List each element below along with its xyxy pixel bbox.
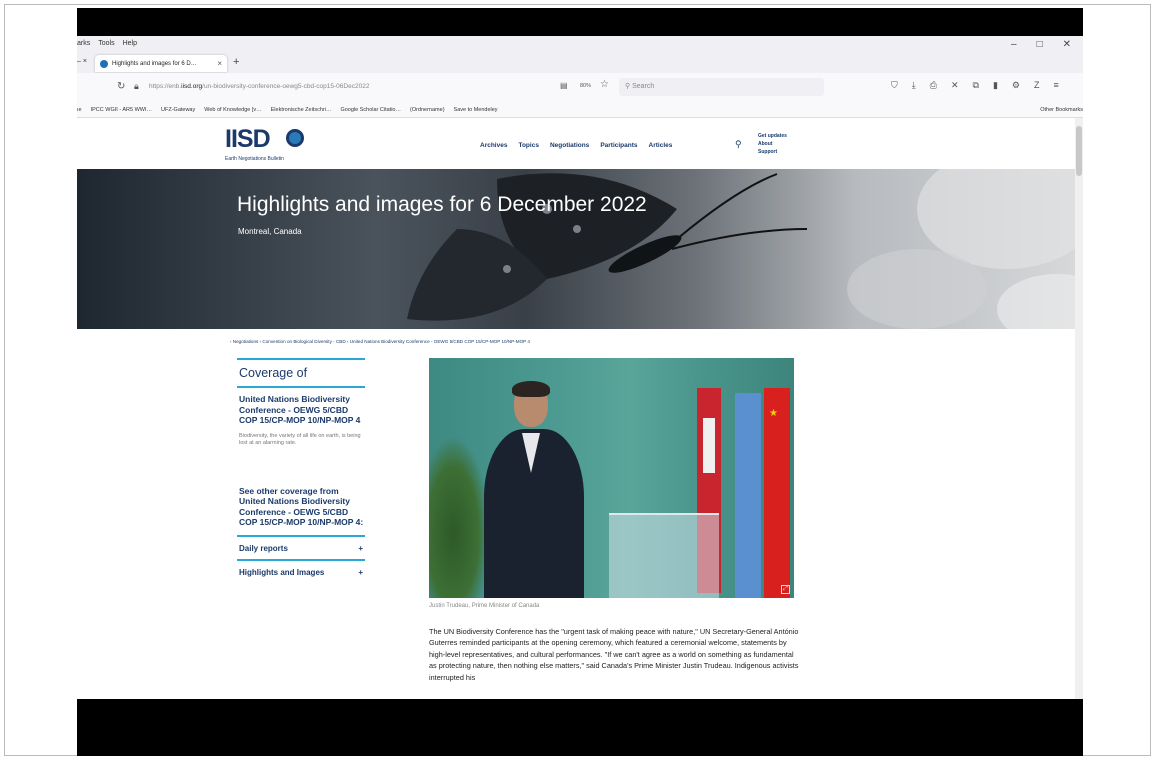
search-placeholder: Search [632, 83, 655, 90]
nav-topics[interactable]: Topics [518, 142, 538, 149]
menu-bar: arks Tools Help – □ ✕ [77, 36, 1083, 53]
minimize-button[interactable]: – [1011, 39, 1017, 50]
extension-copy-icon[interactable]: ⧉ [973, 80, 979, 91]
breadcrumb[interactable]: ‹ Negotiations ‹ Convention on Biologica… [230, 339, 530, 344]
extension-x-icon[interactable]: ✕ [951, 80, 959, 91]
bookmark-item[interactable]: UFZ-Gateway [161, 107, 195, 113]
extension-gear-icon[interactable]: ⚙ [1012, 80, 1020, 91]
search-box[interactable]: ⚲ Search [619, 78, 824, 96]
bookmark-item[interactable]: Google Scholar Citatio… [340, 107, 401, 113]
web-page: IISD Earth Negotiations Bulletin Archive… [77, 118, 1075, 699]
plus-icon: + [358, 543, 363, 553]
letterbox-top [77, 8, 1083, 36]
nav-negotiations[interactable]: Negotiations [550, 142, 589, 149]
menu-items: arks Tools Help [77, 40, 137, 47]
reader-view-icon[interactable]: ▤ [560, 81, 568, 90]
tab-previous[interactable]: – × [77, 55, 95, 71]
window-controls: – □ ✕ [1011, 39, 1071, 50]
menu-item-tools[interactable]: Tools [98, 40, 114, 47]
page-title: Highlights and images for 6 December 202… [237, 193, 647, 216]
site-header: IISD Earth Negotiations Bulletin Archive… [77, 118, 1075, 169]
maximize-button[interactable]: □ [1037, 39, 1043, 50]
flag-un [735, 393, 761, 598]
flag-star-icon: ★ [769, 408, 778, 419]
nav-articles[interactable]: Articles [649, 142, 673, 149]
other-bookmarks-folder[interactable]: Other Bookmarks [1040, 107, 1083, 113]
daily-reports-toggle[interactable]: Daily reports + [237, 537, 365, 561]
zoom-level[interactable]: 80% [580, 83, 591, 89]
reload-icon[interactable]: ↻ [117, 81, 125, 92]
browser-window: arks Tools Help – □ ✕ – × Highlights and… [77, 36, 1083, 699]
tab-title: Highlights and images for 6 D… [112, 60, 197, 67]
sidebar-heading: Coverage of [239, 366, 308, 380]
hamburger-menu-icon[interactable]: ≡ [1053, 80, 1058, 91]
lock-icon[interactable]: 🔒︎ [134, 81, 139, 92]
support-link[interactable]: Support [758, 148, 787, 156]
hero-banner: Highlights and images for 6 December 202… [77, 169, 1075, 329]
about-link[interactable]: About [758, 140, 787, 148]
zotero-icon[interactable]: Z [1034, 80, 1040, 91]
nav-archives[interactable]: Archives [480, 142, 507, 149]
bookmark-item[interactable]: Elektronische Zeitschri… [271, 107, 332, 113]
url-domain: iisd.org [181, 83, 203, 90]
conference-link[interactable]: United Nations Biodiversity Conference -… [237, 394, 365, 426]
bookmark-item[interactable]: ıe [77, 107, 82, 113]
extension-toolbar: ⛉ ⤓ ⎙ ✕ ⧉ ▮ ⚙ Z ≡ [891, 80, 1059, 91]
tab-bar: – × Highlights and images for 6 D… × + [77, 53, 1083, 73]
lectern [609, 513, 719, 598]
logo-subtitle: Earth Negotiations Bulletin [225, 156, 284, 162]
search-icon: ⚲ [625, 83, 631, 90]
site-search-icon[interactable]: ⚲ [735, 139, 742, 150]
extension-clip-icon[interactable]: ▮ [993, 80, 998, 91]
header-side-links: Get updates About Support [758, 132, 787, 156]
event-location: Montreal, Canada [238, 227, 302, 236]
bookmark-star-icon[interactable]: ☆ [600, 79, 609, 90]
bookmark-list: ıe IPCC WGII - AR5 WWI… UFZ-Gateway Web … [77, 107, 498, 113]
menu-item-help[interactable]: Help [123, 40, 137, 47]
main-navigation: Archives Topics Negotiations Participant… [480, 142, 672, 149]
letterbox-bottom [77, 699, 1083, 756]
scrollbar-thumb[interactable] [1076, 126, 1082, 176]
expand-icon[interactable]: ⤢ [781, 585, 790, 594]
coverage-sidebar: Coverage of United Nations Biodiversity … [237, 358, 365, 583]
bookmark-item[interactable]: Web of Knowledge [v… [204, 107, 261, 113]
bookmark-item[interactable]: IPCC WGII - AR5 WWI… [91, 107, 152, 113]
menu-item-bookmarks[interactable]: arks [77, 40, 90, 47]
url-path: /un-biodiversity-conference-oewg5-cbd-co… [202, 83, 370, 90]
tab-active[interactable]: Highlights and images for 6 D… × [95, 55, 227, 72]
tab-close-icon[interactable]: × [217, 59, 222, 68]
article-body: The UN Biodiversity Conference has the "… [429, 627, 799, 682]
nav-participants[interactable]: Participants [600, 142, 637, 149]
url-prefix: https://enb. [149, 83, 182, 90]
address-bar[interactable]: https://enb.iisd.org/un-biodiversity-con… [149, 79, 419, 96]
plant-decoration [429, 438, 489, 598]
speaker-hair [512, 381, 550, 397]
sidebar-item-label: Daily reports [239, 543, 288, 553]
print-icon[interactable]: ⎙ [930, 80, 937, 91]
divider [237, 386, 365, 388]
conference-description: Biodiversity, the variety of all life on… [239, 432, 361, 447]
navigation-bar: ↻ 🔒︎ https://enb.iisd.org/un-biodiversit… [77, 73, 1083, 103]
flag-china [764, 388, 790, 598]
site-logo[interactable]: IISD [225, 125, 271, 154]
see-other-coverage: See other coverage from United Nations B… [239, 485, 364, 528]
article-photo[interactable]: ★ ⤢ [429, 358, 794, 598]
page-scrollbar[interactable] [1075, 118, 1083, 699]
sidebar-item-label: Highlights and Images [239, 567, 325, 577]
flag-canada-white-band [703, 418, 715, 473]
bookmark-item[interactable]: Save to Mendeley [454, 107, 498, 113]
new-tab-button[interactable]: + [233, 56, 239, 68]
get-updates-link[interactable]: Get updates [758, 132, 787, 140]
pocket-icon[interactable]: ⛉ [891, 80, 898, 91]
photo-caption: Justin Trudeau, Prime Minister of Canada [429, 603, 540, 609]
favicon-icon [100, 59, 108, 68]
close-window-button[interactable]: ✕ [1063, 39, 1071, 50]
globe-logo-icon [286, 129, 304, 147]
bookmark-folder[interactable]: (Ordnername) [410, 107, 445, 113]
plus-icon: + [358, 567, 363, 577]
speaker-figure [484, 381, 584, 598]
bookmarks-toolbar: ıe IPCC WGII - AR5 WWI… UFZ-Gateway Web … [77, 103, 1083, 118]
download-icon[interactable]: ⤓ [912, 80, 916, 91]
highlights-images-toggle[interactable]: Highlights and Images + [237, 561, 365, 583]
